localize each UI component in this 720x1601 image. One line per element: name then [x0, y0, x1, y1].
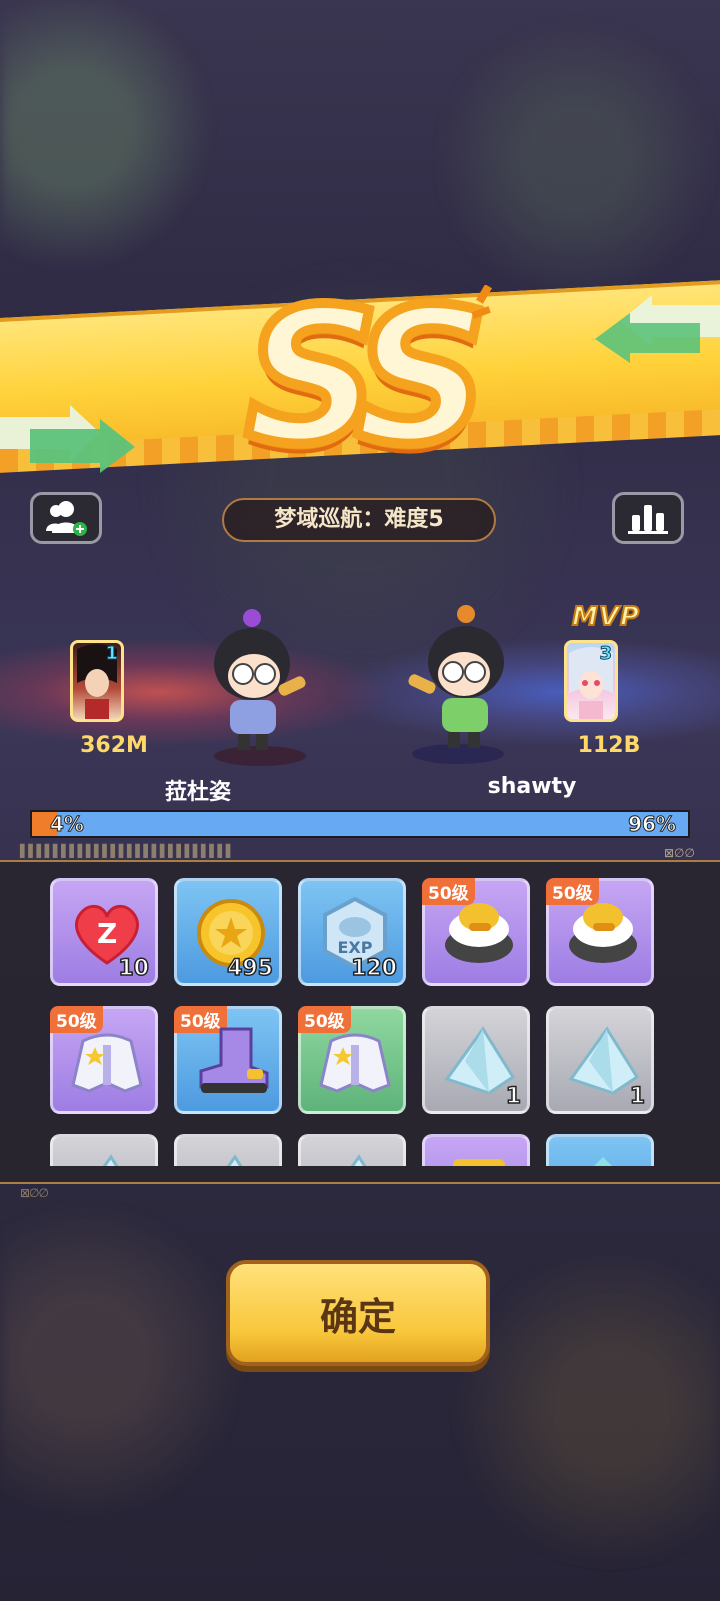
- player2-share-percent: 96%: [628, 812, 677, 836]
- hero-portrait-player2[interactable]: 3: [564, 640, 618, 722]
- spark-icon: [471, 285, 492, 319]
- stats-button[interactable]: [612, 492, 684, 544]
- duck-helmet-icon: [445, 903, 513, 963]
- player1-name: 菈杜姿: [164, 780, 231, 805]
- add-friend-button[interactable]: [30, 492, 102, 544]
- jacket-icon: [71, 1033, 143, 1093]
- jacket-icon: [319, 1033, 391, 1093]
- reward-slot-duck-helmet[interactable]: 50级: [546, 878, 654, 986]
- player1-character: [214, 609, 306, 766]
- mvp-badge: MVP: [571, 601, 641, 633]
- reward-slot-crystal[interactable]: [298, 1134, 406, 1166]
- reward-slot-duck-helmet[interactable]: 50级: [422, 878, 530, 986]
- reward-slot-purple-boots[interactable]: 50级: [174, 1006, 282, 1114]
- reward-slot-gem[interactable]: [546, 1134, 654, 1166]
- reward-slot-exp[interactable]: EXP 120: [298, 878, 406, 986]
- crystal-icon: [226, 1154, 243, 1166]
- hero-level: 1: [105, 643, 118, 665]
- crystal-icon: [350, 1154, 367, 1166]
- svg-text:Z: Z: [97, 917, 117, 950]
- reward-slot-crystal[interactable]: 1: [546, 1006, 654, 1114]
- gem-icon: [594, 1157, 612, 1166]
- reward-slot-white-jacket[interactable]: 50级: [50, 1006, 158, 1114]
- reward-slot-crystal[interactable]: [50, 1134, 158, 1166]
- bar-chart-icon: [628, 505, 668, 534]
- crystal-icon: [102, 1154, 119, 1166]
- boots-icon: [199, 1027, 269, 1093]
- stage-title: 梦域巡航：难度5: [222, 498, 496, 542]
- duck-helmet-icon: [569, 903, 637, 963]
- player1-power: 362M: [80, 733, 148, 758]
- arrow-left-icon: [0, 405, 135, 473]
- reward-slot-white-jacket[interactable]: 50级: [298, 1006, 406, 1114]
- panel-deco-bottom: ⊠∅∅: [20, 1186, 49, 1200]
- scroll-icon: [453, 1159, 505, 1166]
- player2-power: 112B: [577, 733, 641, 758]
- player2-character: [408, 605, 504, 764]
- reward-slot-crystal[interactable]: [174, 1134, 282, 1166]
- arrow-right-icon: [595, 295, 720, 363]
- reward-grid[interactable]: Z 10 495 EXP 120 50级 50级 50级 50级 50级 1 1: [50, 878, 670, 1166]
- damage-share-bar: 4% 96%: [30, 810, 690, 838]
- panel-deco-x: ⊠∅∅: [664, 846, 695, 860]
- player1-share-percent: 4%: [50, 812, 85, 836]
- panel-deco-top: ▌▌▌▌▌▌▌▌▌▌▌▌▌▌▌▌▌▌▌▌▌▌▌▌▌▌: [20, 844, 235, 858]
- reward-slot-heart[interactable]: Z 10: [50, 878, 158, 986]
- player2-name: shawty: [487, 774, 577, 799]
- add-friend-icon: [46, 501, 87, 536]
- reward-slot-crystal[interactable]: 1: [422, 1006, 530, 1114]
- hero-portrait-player1[interactable]: 1: [70, 640, 124, 722]
- reward-slot-scroll[interactable]: [422, 1134, 530, 1166]
- hero-level: 3: [599, 643, 612, 665]
- confirm-button[interactable]: 确定: [226, 1260, 490, 1366]
- svg-text:EXP: EXP: [338, 938, 373, 957]
- grade-ss-emblem: SS: [240, 268, 493, 485]
- reward-slot-gold-coin[interactable]: 495: [174, 878, 282, 986]
